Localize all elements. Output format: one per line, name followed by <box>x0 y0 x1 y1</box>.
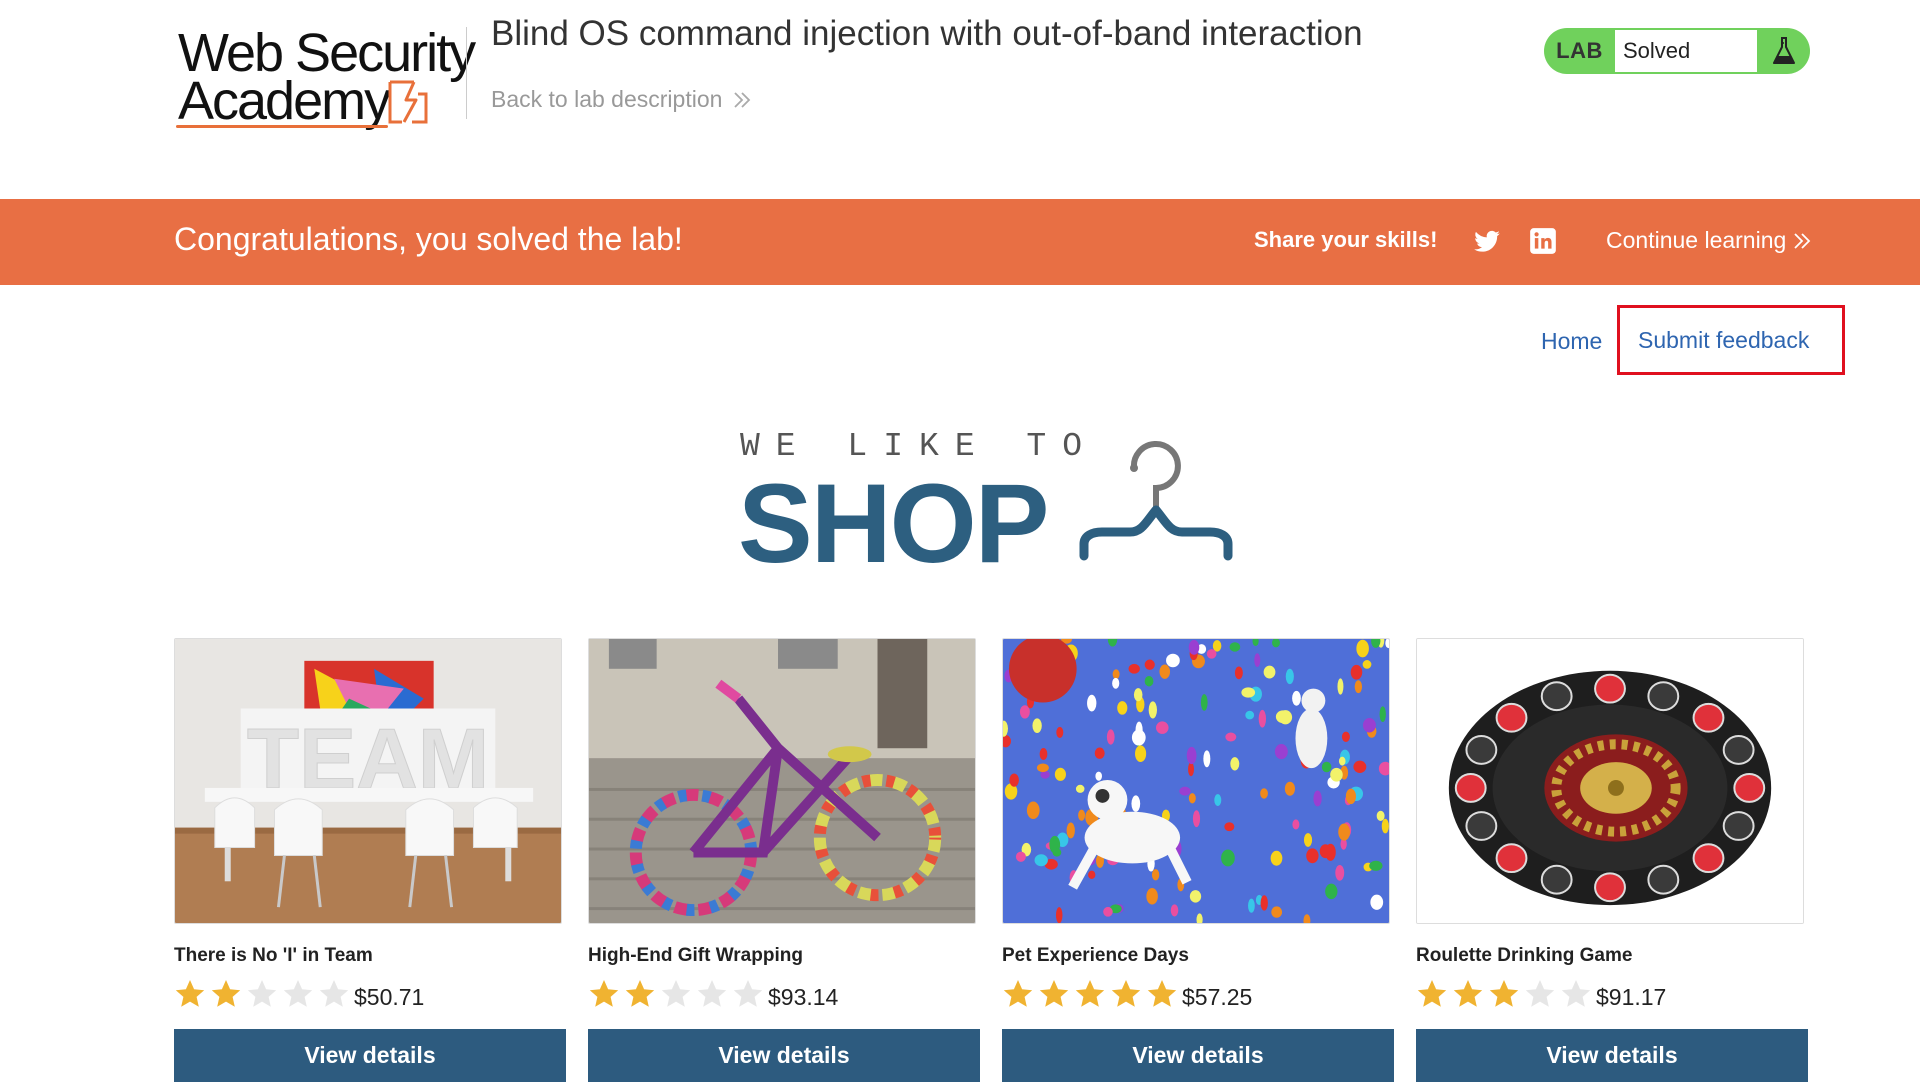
view-details-button[interactable]: View details <box>588 1029 980 1082</box>
view-details-button[interactable]: View details <box>1416 1029 1808 1082</box>
product-card: Pet Experience Days $57.25 View details <box>1002 638 1394 1082</box>
star-rating <box>1002 978 1178 1010</box>
product-price: $93.14 <box>768 984 839 1010</box>
page-header: Web Security Academy Blind OS command in… <box>0 0 1920 199</box>
star-empty-icon <box>661 980 691 1007</box>
logo-underline <box>176 125 388 128</box>
product-name: Roulette Drinking Game <box>1416 945 1633 966</box>
star-empty-icon <box>733 980 763 1007</box>
product-card: High-End Gift Wrapping $93.14 View detai… <box>588 638 980 1082</box>
star-filled-icon <box>1417 980 1447 1007</box>
twitter-icon[interactable] <box>1473 228 1501 256</box>
share-skills-label: Share your skills! <box>1254 227 1438 252</box>
double-chevron-right-icon <box>1794 232 1811 249</box>
view-details-button[interactable]: View details <box>174 1029 566 1082</box>
product-price: $50.71 <box>354 984 425 1010</box>
star-empty-icon <box>1561 980 1591 1007</box>
nav-home-link[interactable]: Home <box>1541 328 1602 355</box>
product-name: Pet Experience Days <box>1002 945 1189 966</box>
product-name: High-End Gift Wrapping <box>588 945 803 966</box>
double-chevron-right-icon <box>734 91 751 108</box>
star-rating <box>174 978 350 1010</box>
hanger-icon <box>1079 441 1233 561</box>
lab-label: LAB <box>1556 38 1603 63</box>
product-image-gift-wrapping[interactable] <box>588 638 976 924</box>
linkedin-icon[interactable] <box>1529 227 1557 255</box>
hero-headline: SHOP <box>738 461 1049 586</box>
product-price: $57.25 <box>1182 984 1253 1010</box>
lab-title: Blind OS command injection with out-of-b… <box>491 14 1363 53</box>
hero-tagline: WE LIKE TO <box>740 428 1099 465</box>
shop-hero-banner: WE LIKE TO SHOP <box>738 424 1248 580</box>
submit-feedback-link[interactable]: Submit feedback <box>1617 305 1845 375</box>
web-security-academy-logo[interactable]: Web Security Academy <box>174 24 476 132</box>
lab-status-text: Solved <box>1615 30 1757 72</box>
star-filled-icon <box>1111 980 1141 1007</box>
product-card: TEAM There is No 'I' in Team $50.71 View… <box>174 638 566 1082</box>
solved-banner: Congratulations, you solved the lab! Sha… <box>0 199 1920 285</box>
star-filled-icon <box>1003 980 1033 1007</box>
continue-learning-link[interactable]: Continue learning <box>1606 227 1812 254</box>
star-empty-icon <box>1525 980 1555 1007</box>
congratulations-message: Congratulations, you solved the lab! <box>174 221 683 257</box>
continue-learning-label: Continue learning <box>1606 227 1787 253</box>
star-filled-icon <box>589 980 619 1007</box>
star-empty-icon <box>283 980 313 1007</box>
header-divider <box>466 27 467 119</box>
star-filled-icon <box>1075 980 1105 1007</box>
logo-bolt-icon <box>388 80 428 124</box>
product-image-pet-experience[interactable] <box>1002 638 1390 924</box>
product-price: $91.17 <box>1596 984 1667 1010</box>
star-filled-icon <box>1489 980 1519 1007</box>
back-to-lab-link[interactable]: Back to lab description <box>491 86 752 113</box>
star-filled-icon <box>625 980 655 1007</box>
star-empty-icon <box>697 980 727 1007</box>
star-filled-icon <box>211 980 241 1007</box>
star-filled-icon <box>175 980 205 1007</box>
star-filled-icon <box>1039 980 1069 1007</box>
view-details-button[interactable]: View details <box>1002 1029 1394 1082</box>
star-empty-icon <box>247 980 277 1007</box>
product-card: Roulette Drinking Game $91.17 View detai… <box>1416 638 1808 1082</box>
flask-icon <box>1757 28 1810 74</box>
product-name: There is No 'I' in Team <box>174 945 373 966</box>
lab-status-badge: LAB Solved <box>1544 28 1810 74</box>
product-image-roulette[interactable] <box>1416 638 1804 924</box>
star-empty-icon <box>319 980 349 1007</box>
star-filled-icon <box>1147 980 1177 1007</box>
logo-line2: Academy <box>178 71 391 131</box>
star-rating <box>588 978 764 1010</box>
product-image-team[interactable]: TEAM <box>174 638 562 924</box>
star-rating <box>1416 978 1592 1010</box>
back-link-label: Back to lab description <box>491 86 723 112</box>
star-filled-icon <box>1453 980 1483 1007</box>
